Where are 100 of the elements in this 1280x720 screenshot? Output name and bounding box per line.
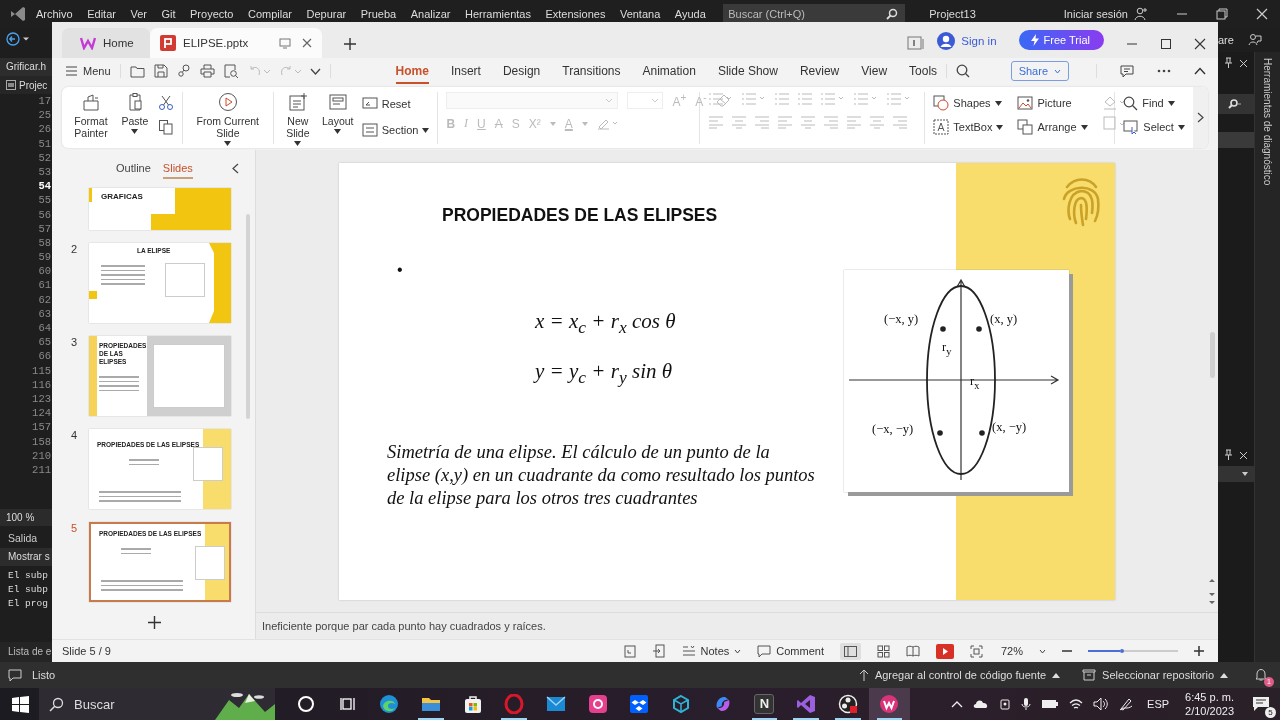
- play-icon[interactable]: [935, 643, 954, 659]
- notes-text[interactable]: Ineficiente porque par cada punto hay cuadrados y raíces.: [256, 612, 1218, 639]
- close-icon[interactable]: [1194, 38, 1206, 50]
- menu-item[interactable]: Git: [161, 8, 176, 20]
- bell-icon[interactable]: [1254, 668, 1268, 682]
- menu-item[interactable]: Proyecto: [190, 8, 234, 20]
- copy-icon[interactable]: [157, 119, 174, 135]
- ribbon-tab[interactable]: Slide Show: [717, 58, 778, 84]
- ribbon-tab[interactable]: Animation: [642, 58, 696, 84]
- menu-item[interactable]: Analizar: [410, 8, 451, 20]
- maximize-icon[interactable]: [1160, 38, 1172, 50]
- wifi-icon[interactable]: [1069, 698, 1084, 710]
- picture-button[interactable]: Picture: [1017, 94, 1088, 112]
- new-slide-button[interactable]: New Slide: [281, 92, 314, 146]
- slide-thumbnail[interactable]: GRAFICAS: [89, 188, 231, 230]
- menu-item[interactable]: Archivo: [36, 8, 73, 20]
- menu-item[interactable]: Editar: [87, 8, 116, 20]
- microphone-icon[interactable]: [1021, 697, 1032, 711]
- menu-item[interactable]: Ventana: [619, 8, 661, 20]
- search-icon[interactable]: [956, 64, 971, 78]
- zoom-in-icon[interactable]: [1194, 646, 1204, 656]
- select-button[interactable]: Select: [1123, 118, 1185, 136]
- taskbar-search-field[interactable]: Buscar: [39, 688, 275, 720]
- chevron-up-icon[interactable]: [951, 700, 964, 708]
- pin-icon[interactable]: [1224, 449, 1233, 461]
- repository-button[interactable]: Seleccionar repositorio: [1102, 669, 1214, 681]
- chevron-down-icon[interactable]: [309, 67, 321, 75]
- taskbar-app[interactable]: N: [743, 688, 786, 720]
- more-icon[interactable]: [1157, 69, 1171, 73]
- restore-icon[interactable]: [1216, 8, 1228, 20]
- feedback-icon[interactable]: [1247, 33, 1262, 47]
- monitor-icon[interactable]: [279, 37, 291, 49]
- arrange-button[interactable]: Arrange: [1017, 118, 1088, 136]
- paste-button[interactable]: Paste: [120, 92, 150, 134]
- cloud-icon[interactable]: [973, 699, 990, 709]
- camera-icon[interactable]: [999, 697, 1012, 711]
- document-tab[interactable]: Home: [62, 28, 150, 58]
- menu-item[interactable]: Depurar: [306, 8, 347, 20]
- menu-item[interactable]: Compilar: [247, 8, 292, 20]
- notes-button[interactable]: Notes: [681, 645, 742, 657]
- collapse-icon[interactable]: [1194, 67, 1206, 75]
- share-button[interactable]: Share: [1010, 61, 1069, 81]
- pen-icon[interactable]: [1119, 697, 1134, 711]
- folder-icon[interactable]: [129, 64, 145, 78]
- diagnostics-tab[interactable]: Herramientas de diagnóstico: [1262, 58, 1273, 186]
- normal-view-button[interactable]: [839, 642, 861, 660]
- book-icon[interactable]: [905, 645, 920, 657]
- search-field[interactable]: [1218, 94, 1254, 114]
- dropdown-field[interactable]: [1218, 466, 1254, 482]
- person-add-icon[interactable]: [1134, 7, 1148, 21]
- fit-to-window-icon[interactable]: [969, 644, 983, 658]
- collapse-panel-icon[interactable]: [232, 162, 239, 174]
- from-current-slide-button[interactable]: From Current Slide: [190, 92, 265, 146]
- menu-item[interactable]: Ayuda: [674, 8, 706, 20]
- menu-button[interactable]: Menu: [66, 65, 111, 77]
- menu-item[interactable]: Extensiones: [545, 8, 606, 20]
- find-button[interactable]: Find: [1123, 94, 1185, 112]
- battery-icon[interactable]: [1041, 699, 1060, 709]
- menu-item[interactable]: Herramientas: [464, 8, 531, 20]
- zoom-percentage[interactable]: 72%: [1000, 645, 1023, 657]
- ribbon-tab[interactable]: Review: [799, 58, 840, 84]
- scissors-icon[interactable]: [157, 95, 174, 111]
- document-tab[interactable]: ELIPSE.pptx: [150, 28, 322, 58]
- zoom-level[interactable]: 100 %: [0, 508, 52, 526]
- share-text[interactable]: are: [1218, 34, 1234, 46]
- add-slide-icon[interactable]: [148, 616, 161, 629]
- search-field[interactable]: Buscar (Ctrl+Q): [723, 4, 906, 24]
- speaker-icon[interactable]: [1093, 697, 1110, 711]
- language-indicator[interactable]: ESP: [1147, 698, 1170, 710]
- file-tab[interactable]: Grificar.h: [0, 58, 52, 76]
- menu-item[interactable]: Prueba: [360, 8, 397, 20]
- format-painter-button[interactable]: Format Painter: [70, 92, 112, 139]
- sign-in-link[interactable]: Iniciar sesión: [1063, 8, 1128, 20]
- free-trial-button[interactable]: Free Trial: [1018, 30, 1104, 50]
- ribbon-tab[interactable]: Insert: [450, 58, 481, 84]
- link-icon[interactable]: [176, 64, 191, 78]
- layout-button[interactable]: Layout: [321, 92, 354, 134]
- caret-icon[interactable]: [1039, 648, 1046, 654]
- close-icon[interactable]: [302, 38, 312, 48]
- source-control-button[interactable]: Agregar al control de código fuente: [874, 669, 1047, 681]
- ribbon-tab[interactable]: View: [861, 58, 888, 84]
- panel-tab[interactable]: Outline: [116, 157, 151, 179]
- ribbon-tab[interactable]: Tools: [909, 58, 938, 84]
- print-icon[interactable]: [199, 64, 215, 78]
- comment-button[interactable]: Comment: [757, 644, 824, 658]
- notes-page-icon[interactable]: [623, 644, 636, 658]
- reset-button[interactable]: Reset: [361, 95, 430, 113]
- ribbon-tab[interactable]: Home: [395, 58, 429, 84]
- ribbon-tab[interactable]: Transitions: [562, 58, 621, 84]
- windows-logo-icon[interactable]: [12, 695, 29, 713]
- textbox-button[interactable]: TextBox: [933, 118, 1004, 136]
- comment-icon[interactable]: [1120, 64, 1134, 78]
- save-icon[interactable]: [153, 64, 168, 78]
- ribbon-tab[interactable]: Design: [502, 58, 541, 84]
- panel-tab[interactable]: Slides: [162, 157, 193, 179]
- grid-view-icon[interactable]: [876, 644, 890, 658]
- scroll-buttons-icon[interactable]: [1209, 579, 1215, 605]
- shapes-button[interactable]: Shapes: [933, 94, 1004, 112]
- pin-icon[interactable]: [1224, 57, 1233, 69]
- sign-in-link[interactable]: Sign in: [961, 35, 997, 47]
